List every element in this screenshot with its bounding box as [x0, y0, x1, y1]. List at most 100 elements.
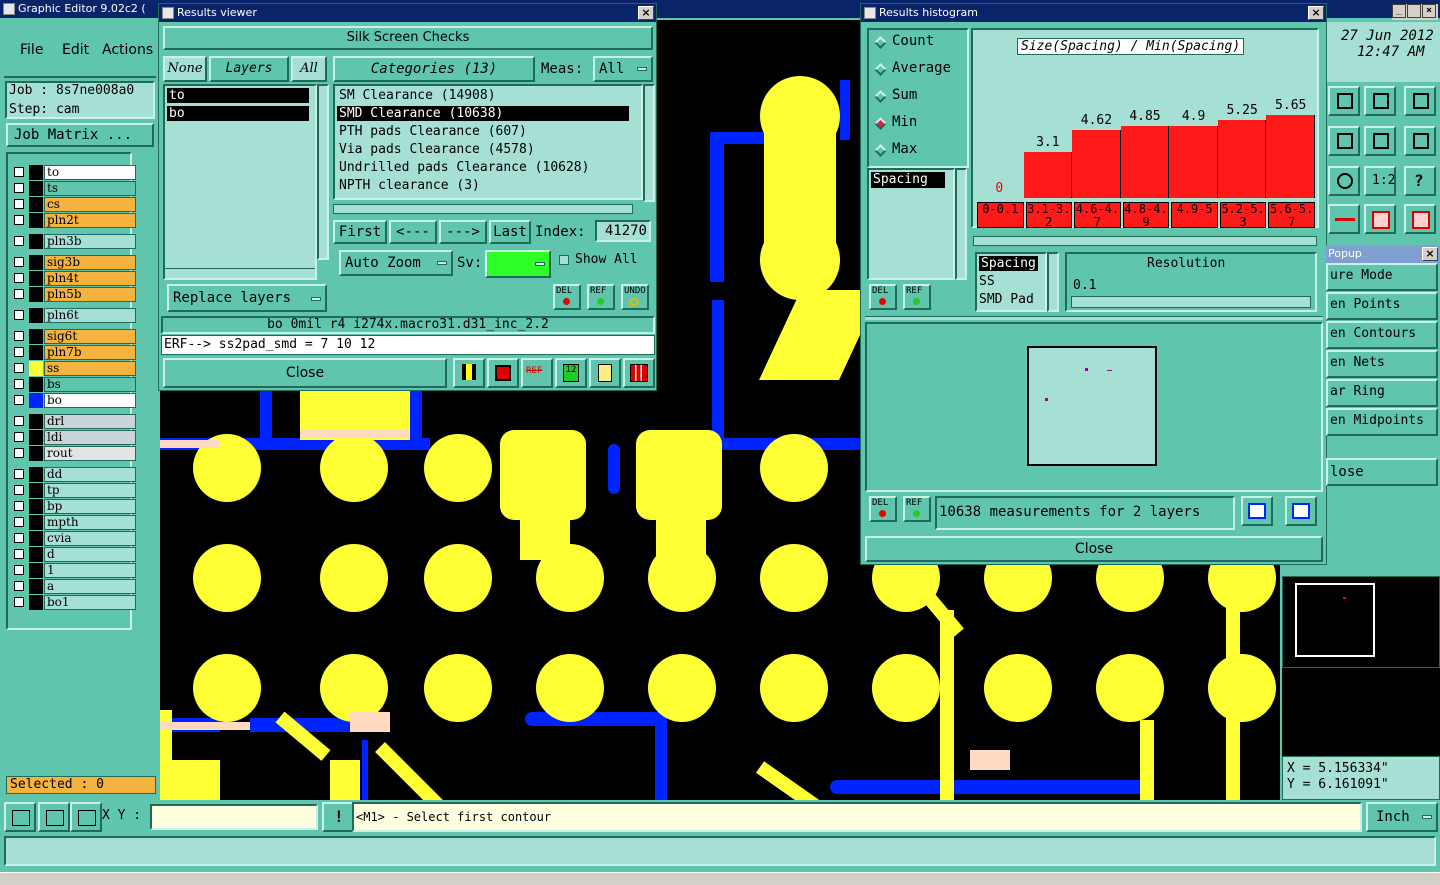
mini-map[interactable]	[1282, 576, 1440, 668]
layer-row[interactable]: bo	[10, 393, 136, 408]
none-button[interactable]: None	[163, 56, 207, 82]
file-menu[interactable]: File	[20, 42, 43, 58]
categories-button[interactable]: Categories (13)	[333, 56, 535, 82]
layer-checkbox[interactable]	[14, 347, 24, 357]
category-scrollbar[interactable]	[643, 84, 655, 202]
histogram-hscroll[interactable]	[973, 236, 1317, 246]
popup-item[interactable]: en Contours	[1326, 321, 1438, 349]
field-list[interactable]: Spacing	[867, 168, 955, 280]
units-dropdown[interactable]: Inch	[1366, 802, 1438, 832]
del-button[interactable]: DEL	[553, 284, 581, 310]
actions-menu[interactable]: Actions	[102, 42, 153, 58]
save-tool-icon[interactable]	[1328, 86, 1360, 116]
layer-row[interactable]: pln7b	[10, 345, 136, 360]
replace-layers-dropdown[interactable]: Replace layers	[167, 284, 327, 312]
layer-row[interactable]: d	[10, 547, 136, 562]
sublist-item[interactable]: SS	[979, 274, 995, 289]
index-input[interactable]: 41270	[595, 220, 651, 242]
layer-row[interactable]: bs	[10, 377, 136, 392]
histogram-bar[interactable]	[1120, 126, 1170, 198]
close-icon[interactable]: ×	[1422, 247, 1438, 261]
layer-checkbox[interactable]	[14, 469, 24, 479]
category-item[interactable]: Undrilled pads Clearance (10628)	[337, 160, 591, 175]
net-tool-2-icon[interactable]	[1404, 204, 1436, 234]
layer-row[interactable]: cvia	[10, 531, 136, 546]
prev-button[interactable]: <---	[389, 220, 437, 244]
next-button[interactable]: --->	[439, 220, 487, 244]
layer-row[interactable]: bp	[10, 499, 136, 514]
layer-checkbox[interactable]	[14, 183, 24, 193]
results-close-button[interactable]: Close	[163, 358, 447, 388]
field-list-item[interactable]: Spacing	[871, 172, 945, 188]
probe-tool-icon[interactable]	[1328, 204, 1360, 234]
scrollbar-horizontal[interactable]	[165, 268, 315, 278]
del-button[interactable]: DEL	[869, 496, 897, 522]
close-icon[interactable]: ×	[1308, 6, 1324, 20]
layer-list-item[interactable]: to	[167, 88, 309, 103]
sublist-scrollbar[interactable]	[1047, 252, 1059, 312]
layer-row[interactable]: bo1	[10, 595, 136, 610]
layer-row[interactable]: pln6t	[10, 308, 136, 323]
ref-button[interactable]: REF	[587, 284, 615, 310]
resolution-slider[interactable]	[1071, 296, 1311, 308]
layer-checkbox[interactable]	[14, 289, 24, 299]
layer-checkbox[interactable]	[14, 310, 24, 320]
layers-button[interactable]: Layers	[209, 56, 289, 82]
option-label[interactable]: Min	[892, 114, 917, 130]
histogram-bar[interactable]	[1072, 130, 1121, 198]
layer-list-item[interactable]: bo	[167, 106, 309, 121]
popup-item[interactable]: en Nets	[1326, 350, 1438, 378]
ref-button[interactable]: REF	[903, 284, 931, 310]
show-all-checkbox[interactable]	[559, 255, 569, 265]
layer-row[interactable]: 1	[10, 563, 136, 578]
layer-checkbox[interactable]	[14, 215, 24, 225]
layer-row[interactable]: dd	[10, 467, 136, 482]
category-item[interactable]: PTH pads Clearance (607)	[337, 124, 529, 139]
angle-icon[interactable]	[38, 802, 70, 832]
layer-checkbox[interactable]	[14, 565, 24, 575]
layer-checkbox[interactable]	[14, 257, 24, 267]
help-tool-icon[interactable]: ?	[1404, 166, 1436, 196]
layer-row[interactable]: mpth	[10, 515, 136, 530]
layer-checkbox[interactable]	[14, 379, 24, 389]
meas-dropdown[interactable]: All	[593, 56, 653, 82]
minimize-icon[interactable]: _	[1392, 4, 1406, 18]
redo-tool-icon[interactable]	[1364, 126, 1396, 156]
layer-row[interactable]: pln5b	[10, 287, 136, 302]
chart-tool-icon[interactable]	[453, 358, 485, 388]
histogram-icon[interactable]	[623, 358, 655, 388]
layer-results-list[interactable]: to bo	[163, 84, 317, 280]
layer-row[interactable]: sig6t	[10, 329, 136, 344]
option-label[interactable]: Sum	[892, 87, 917, 103]
zoom-out-icon[interactable]	[1285, 496, 1317, 526]
ref-button[interactable]: REF	[903, 496, 931, 522]
layer-row[interactable]: pln2t	[10, 213, 136, 228]
warning-icon[interactable]: !	[322, 802, 354, 832]
layer-row[interactable]: pln3b	[10, 234, 136, 249]
snap-grid-icon[interactable]	[4, 802, 36, 832]
sv-color-dropdown[interactable]	[485, 250, 551, 278]
layer-row[interactable]: pln4t	[10, 271, 136, 286]
sublist[interactable]: Spacing SS SMD Pad	[975, 252, 1047, 312]
ruler-icon[interactable]: 12	[555, 358, 587, 388]
scrollbar-vertical[interactable]	[317, 84, 329, 260]
layer-checkbox[interactable]	[14, 416, 24, 426]
histogram-bar[interactable]	[1169, 126, 1218, 198]
close-icon[interactable]: ×	[638, 6, 654, 20]
sublist-item[interactable]: Spacing	[979, 256, 1038, 271]
sublist-item[interactable]: SMD Pad	[979, 292, 1034, 307]
layer-checkbox[interactable]	[14, 485, 24, 495]
layer-checkbox[interactable]	[14, 167, 24, 177]
field-scrollbar[interactable]	[955, 168, 967, 280]
category-list[interactable]: SM Clearance (14908) SMD Clearance (10638…	[333, 84, 643, 200]
layer-checkbox[interactable]	[14, 533, 24, 543]
layer-row[interactable]: ss	[10, 361, 136, 376]
category-item[interactable]: SMD Clearance (10638)	[337, 106, 629, 121]
layer-checkbox[interactable]	[14, 448, 24, 458]
snap-tool-icon[interactable]	[1328, 126, 1360, 156]
close-icon[interactable]: ×	[1422, 4, 1436, 18]
center-tool-icon[interactable]	[1328, 166, 1360, 196]
layer-row[interactable]: drl	[10, 414, 136, 429]
histogram-bar[interactable]	[1023, 152, 1073, 198]
layer-checkbox[interactable]	[14, 363, 24, 373]
